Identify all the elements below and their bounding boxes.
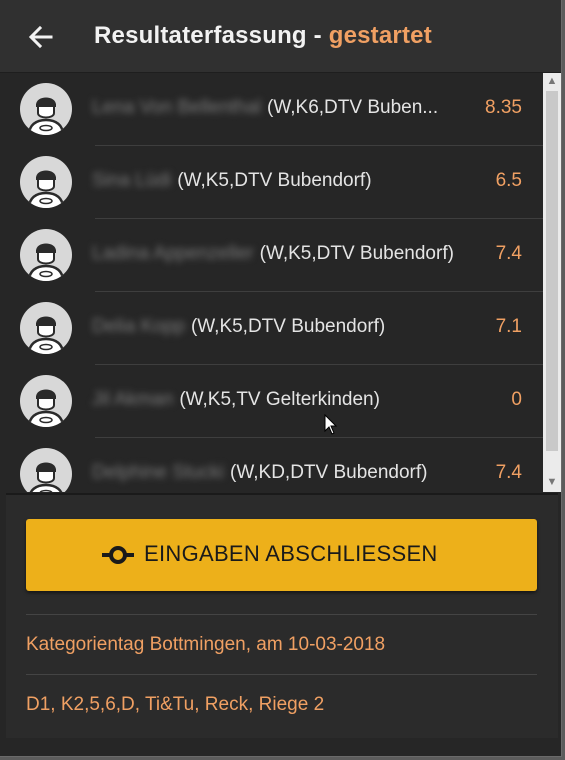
athlete-score: 7.4 xyxy=(495,462,522,483)
athlete-details: (W,K5,DTV Bubendorf) xyxy=(259,243,454,264)
athlete-details: (W,K5,TV Gelterkinden) xyxy=(179,389,380,410)
person-icon xyxy=(27,243,65,281)
person-icon xyxy=(27,389,65,427)
list-scrollbar[interactable]: ▲ ▼ xyxy=(543,73,561,492)
back-button[interactable] xyxy=(26,22,56,52)
athlete-row[interactable]: Ladina Appenzeller (W,K5,DTV Bubendorf) 7… xyxy=(0,219,543,292)
mouse-cursor-icon xyxy=(324,414,338,435)
athlete-row[interactable]: Delphine Stucki (W,KD,DTV Bubendorf) 7.4 xyxy=(0,438,543,492)
divider xyxy=(26,674,537,675)
athlete-name: Jil Akman xyxy=(92,389,174,410)
finish-entries-label: EINGABEN ABSCHLIESSEN xyxy=(144,541,438,566)
page-title-text: Resultaterfassung - xyxy=(94,22,329,49)
person-icon xyxy=(29,462,63,492)
athlete-name: Delia Kopp xyxy=(92,316,185,337)
athlete-score: 0 xyxy=(511,389,522,410)
athlete-label: Sina Lüdi (W,K5,DTV Bubendorf) xyxy=(92,170,372,192)
scroll-up-icon[interactable]: ▲ xyxy=(543,73,561,89)
athlete-label: Delphine Stucki (W,KD,DTV Bubendorf) xyxy=(92,462,427,484)
commit-icon xyxy=(102,546,134,564)
athlete-row[interactable]: Sina Lüdi (W,K5,DTV Bubendorf) 6.5 xyxy=(0,146,543,219)
athlete-details: (W,KD,DTV Bubendorf) xyxy=(230,462,428,483)
group-info: D1, K2,5,6,D, Ti&Tu, Reck, Riege 2 xyxy=(26,694,325,715)
athlete-score: 7.4 xyxy=(495,243,522,264)
app-window: Resultaterfassung - gestartet Lena Von B… xyxy=(0,0,562,757)
athlete-row[interactable]: Jil Akman (W,K5,TV Gelterkinden) 0 xyxy=(0,365,543,438)
athlete-details: (W,K6,DTV Buben... xyxy=(267,97,439,118)
footer-panel: EINGABEN ABSCHLIESSEN Kategorientag Bott… xyxy=(6,493,558,738)
finish-entries-button[interactable]: EINGABEN ABSCHLIESSEN xyxy=(26,519,537,591)
divider xyxy=(26,614,537,615)
avatar xyxy=(20,229,72,281)
athlete-name: Ladina Appenzeller xyxy=(92,243,254,264)
status-text: gestartet xyxy=(328,22,432,49)
avatar xyxy=(20,448,72,492)
athlete-details: (W,K5,DTV Bubendorf) xyxy=(177,170,372,191)
athlete-details: (W,K5,DTV Bubendorf) xyxy=(190,316,386,337)
person-icon xyxy=(27,316,65,354)
athlete-label: Ladina Appenzeller (W,K5,DTV Bubendorf) xyxy=(92,243,454,265)
athlete-name: Delphine Stucki xyxy=(92,462,225,483)
athlete-row[interactable]: Lena Von Bellenthal (W,K6,DTV Buben... 8.… xyxy=(0,73,543,146)
scroll-down-icon[interactable]: ▼ xyxy=(543,474,561,490)
athlete-score: 8.35 xyxy=(485,97,522,118)
person-icon xyxy=(27,170,65,208)
athlete-name: Lena Von Bellenthal xyxy=(92,97,262,118)
athlete-label: Lena Von Bellenthal (W,K6,DTV Buben... xyxy=(92,97,438,119)
page-title: Resultaterfassung - gestartet xyxy=(94,22,432,50)
avatar xyxy=(20,83,72,135)
athlete-list: Lena Von Bellenthal (W,K6,DTV Buben... 8.… xyxy=(0,73,543,492)
athlete-name: Sina Lüdi xyxy=(92,170,172,191)
app-header: Resultaterfassung - gestartet xyxy=(0,0,561,73)
scrollbar-thumb[interactable] xyxy=(546,91,558,451)
avatar xyxy=(20,302,72,354)
event-info: Kategorientag Bottmingen, am 10-03-2018 xyxy=(26,634,386,655)
avatar xyxy=(20,156,72,208)
athlete-row[interactable]: Delia Kopp (W,K5,DTV Bubendorf) 7.1 xyxy=(0,292,543,365)
athlete-score: 7.1 xyxy=(495,316,522,337)
athlete-score: 6.5 xyxy=(495,170,522,191)
athlete-label: Delia Kopp (W,K5,DTV Bubendorf) xyxy=(92,316,385,338)
athlete-label: Jil Akman (W,K5,TV Gelterkinden) xyxy=(92,389,380,411)
person-icon xyxy=(27,97,65,135)
arrow-left-icon xyxy=(28,25,53,49)
avatar xyxy=(20,375,72,427)
